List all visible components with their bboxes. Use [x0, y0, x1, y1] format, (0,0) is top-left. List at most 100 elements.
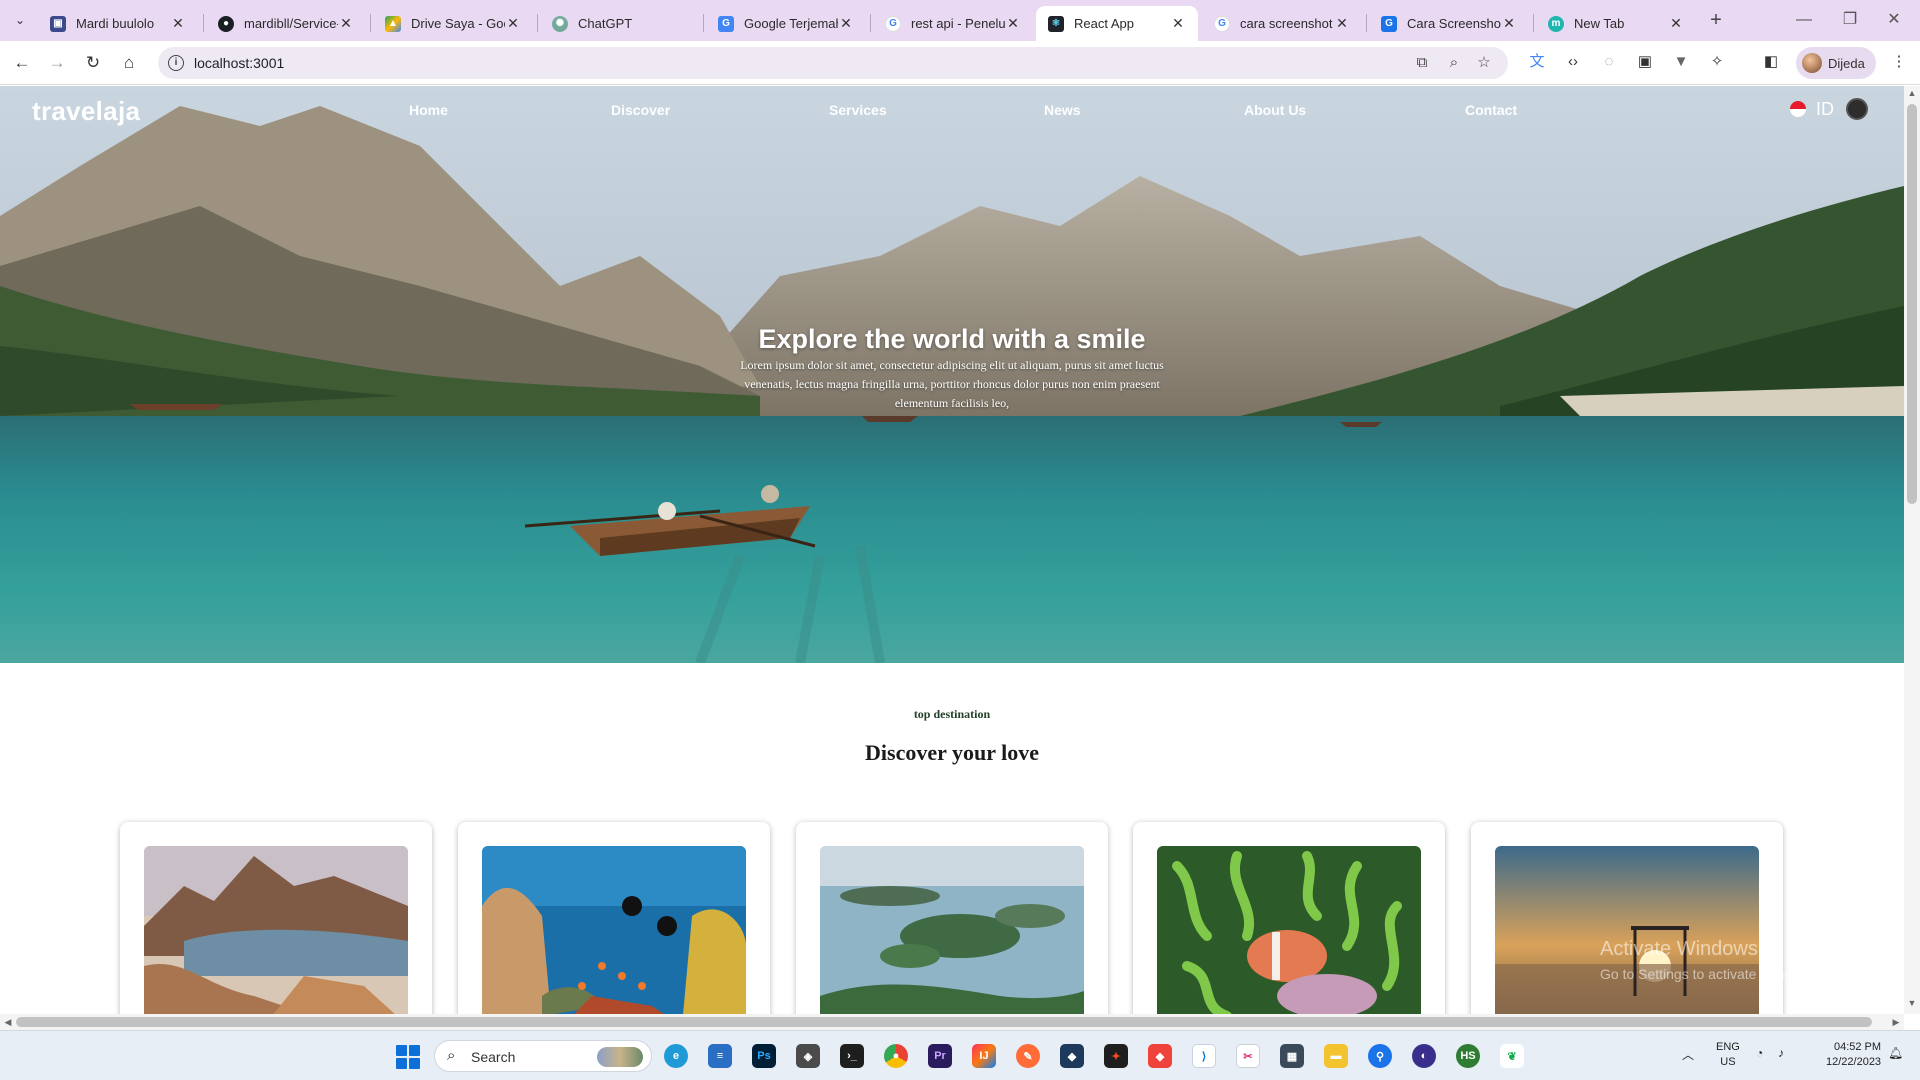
- calculator-icon[interactable]: ▦: [1280, 1044, 1304, 1068]
- tab-mardi-buulolo[interactable]: ▣ Mardi buulolo ✕: [38, 6, 198, 41]
- vue-devtools-icon[interactable]: ▼: [1670, 51, 1692, 73]
- close-icon[interactable]: ✕: [1334, 15, 1350, 32]
- scroll-down-arrow-icon[interactable]: ▼: [1904, 998, 1920, 1008]
- destination-card[interactable]: [1471, 822, 1783, 1014]
- notification-bell-icon[interactable]: 🔔︎: [1888, 1046, 1903, 1060]
- close-icon[interactable]: ✕: [170, 15, 186, 32]
- scroll-right-arrow-icon[interactable]: ▶: [1888, 1014, 1904, 1030]
- new-tab-button[interactable]: +: [1704, 9, 1728, 33]
- search-highlight-image: [597, 1047, 643, 1067]
- install-app-icon[interactable]: ⧉: [1412, 53, 1432, 73]
- horizontal-scroll-thumb[interactable]: [16, 1017, 1872, 1027]
- m-icon: m: [1548, 15, 1564, 32]
- close-icon[interactable]: ✕: [1170, 15, 1186, 32]
- windows-start-icon[interactable]: [396, 1045, 420, 1069]
- devtools-extension-icon[interactable]: ‹›: [1562, 51, 1584, 73]
- system-clock[interactable]: 04:52 PM 12/22/2023: [1826, 1040, 1881, 1070]
- scroll-up-arrow-icon[interactable]: ▲: [1904, 88, 1920, 98]
- dark-mode-toggle-icon[interactable]: [1846, 98, 1868, 120]
- nav-item-contact[interactable]: Contact: [1465, 102, 1517, 118]
- close-window-icon[interactable]: ✕: [1874, 8, 1914, 32]
- nav-item-news[interactable]: News: [1044, 102, 1081, 118]
- app-icon[interactable]: ◈: [796, 1044, 820, 1068]
- chrome-icon[interactable]: ●: [884, 1044, 908, 1068]
- brand-logo[interactable]: travelaja: [32, 96, 140, 127]
- puzzle-extensions-icon[interactable]: ✧: [1706, 51, 1728, 73]
- horizontal-scrollbar[interactable]: ◀ ▶: [0, 1014, 1904, 1030]
- tab-rest-api[interactable]: G rest api - Penelus ✕: [873, 6, 1033, 41]
- vertical-scroll-thumb[interactable]: [1907, 104, 1917, 504]
- home-icon[interactable]: ⌂: [117, 51, 141, 75]
- vscode-icon[interactable]: ⟩: [1192, 1044, 1216, 1068]
- google-translate-extension-icon[interactable]: 文: [1526, 51, 1548, 73]
- edge-icon[interactable]: e: [664, 1044, 688, 1068]
- tab-github[interactable]: ● mardibll/Service-/ ✕: [206, 6, 366, 41]
- intellij-icon[interactable]: IJ: [972, 1044, 996, 1068]
- destination-card[interactable]: [120, 822, 432, 1014]
- close-icon[interactable]: ✕: [1668, 15, 1684, 32]
- back-arrow-icon[interactable]: ←: [10, 51, 34, 75]
- mongodb-icon[interactable]: ❦: [1500, 1044, 1524, 1068]
- clock-time: 04:52 PM: [1833, 1041, 1882, 1053]
- profile-button[interactable]: Dijeda: [1796, 47, 1876, 79]
- taskbar-search[interactable]: ⌕ Search: [434, 1040, 652, 1072]
- vertical-scrollbar[interactable]: ▲ ▼: [1904, 86, 1920, 1014]
- nav-item-about-us[interactable]: About Us: [1244, 102, 1306, 118]
- indonesia-flag-icon: [1790, 101, 1806, 117]
- reload-icon[interactable]: ↻: [81, 51, 105, 75]
- extension-icon[interactable]: ◌: [1598, 51, 1620, 73]
- search-placeholder: Search: [471, 1049, 516, 1065]
- figma-icon[interactable]: ✦: [1104, 1044, 1128, 1068]
- clownfish-anemone-image: [1157, 846, 1421, 1014]
- photoshop-icon[interactable]: Ps: [752, 1044, 776, 1068]
- nav-item-services[interactable]: Services: [829, 102, 887, 118]
- tab-new-tab[interactable]: m New Tab ✕: [1536, 6, 1696, 41]
- side-panel-icon[interactable]: ◧: [1760, 51, 1782, 73]
- anydesk-icon[interactable]: ◆: [1148, 1044, 1172, 1068]
- notepad-icon[interactable]: ≡: [708, 1044, 732, 1068]
- close-icon[interactable]: ✕: [505, 15, 521, 32]
- forward-arrow-icon[interactable]: →: [45, 51, 69, 75]
- address-bar[interactable]: i localhost:3001 ⧉ ⌕ ☆: [158, 47, 1508, 79]
- premiere-icon[interactable]: Pr: [928, 1044, 952, 1068]
- coral-reef-divers-image: [482, 846, 746, 1014]
- tab-search-button[interactable]: ⌄: [8, 8, 32, 32]
- destination-card[interactable]: [458, 822, 770, 1014]
- folder-icon[interactable]: ▬: [1324, 1044, 1348, 1068]
- terminal-icon[interactable]: ›_: [840, 1044, 864, 1068]
- destination-card[interactable]: [1133, 822, 1445, 1014]
- close-icon[interactable]: ✕: [838, 15, 854, 32]
- app-icon[interactable]: ◆: [1060, 1044, 1084, 1068]
- tab-chatgpt[interactable]: ✺ ChatGPT: [540, 6, 700, 41]
- app-icon[interactable]: ◐: [1412, 1044, 1436, 1068]
- destination-card[interactable]: [796, 822, 1108, 1014]
- tab-cara-screenshot-2[interactable]: G Cara Screenshot c ✕: [1369, 6, 1529, 41]
- hs-icon[interactable]: HS: [1456, 1044, 1480, 1068]
- language-indicator[interactable]: ENG US: [1716, 1040, 1740, 1070]
- bookmark-star-icon[interactable]: ☆: [1474, 53, 1494, 73]
- nav-item-discover[interactable]: Discover: [611, 102, 670, 118]
- tab-google-translate[interactable]: G Google Terjemaha ✕: [706, 6, 866, 41]
- url-text[interactable]: localhost:3001: [194, 55, 284, 71]
- close-icon[interactable]: ✕: [1005, 15, 1021, 32]
- wifi-icon[interactable]: ◔: [1756, 1046, 1763, 1060]
- maps-icon[interactable]: ⚲: [1368, 1044, 1392, 1068]
- zoom-icon[interactable]: ⌕: [1444, 53, 1464, 73]
- minimize-icon[interactable]: —: [1784, 8, 1824, 32]
- nav-item-home[interactable]: Home: [409, 102, 448, 118]
- tab-react-app[interactable]: ⚛ React App ✕: [1036, 6, 1198, 41]
- restore-icon[interactable]: ❐: [1830, 8, 1870, 32]
- tab-google-drive[interactable]: ▲ Drive Saya - Goog ✕: [373, 6, 533, 41]
- site-info-icon[interactable]: i: [168, 55, 184, 71]
- postman-icon[interactable]: ✎: [1016, 1044, 1040, 1068]
- close-icon[interactable]: ✕: [338, 15, 354, 32]
- language-switcher[interactable]: ID: [1790, 98, 1868, 120]
- volume-icon[interactable]: ♪: [1778, 1046, 1784, 1060]
- scroll-left-arrow-icon[interactable]: ◀: [0, 1014, 16, 1030]
- show-hidden-icons-chevron-icon[interactable]: ︿: [1682, 1046, 1694, 1063]
- more-menu-icon[interactable]: ⋮: [1888, 51, 1910, 73]
- close-icon[interactable]: ✕: [1501, 15, 1517, 32]
- media-extension-icon[interactable]: ▣: [1634, 51, 1656, 73]
- tab-cara-screenshot-1[interactable]: G cara screenshot p ✕: [1202, 6, 1362, 41]
- snipping-tool-icon[interactable]: ✂: [1236, 1044, 1260, 1068]
